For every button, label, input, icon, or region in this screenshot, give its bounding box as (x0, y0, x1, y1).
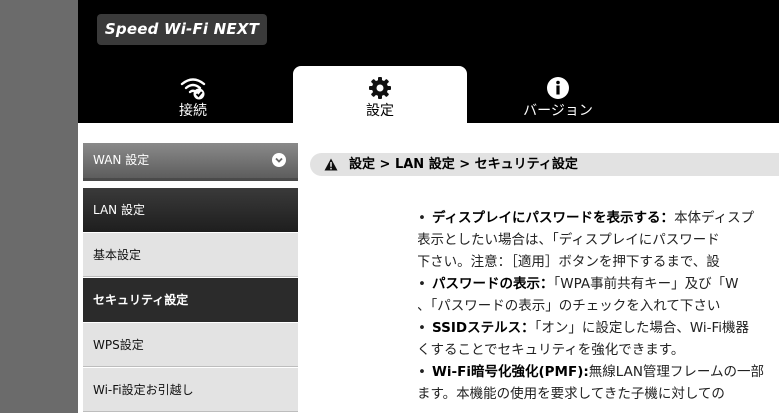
help-text: して下さい。注意：［適用］ボタンを押下するまで、設 (418, 254, 720, 270)
divider (78, 123, 779, 143)
help-line: して下さい。注意：［適用］ボタンを押下するまで、設 (418, 251, 720, 273)
help-term: Wi-Fi暗号化強化(PMF): (432, 364, 589, 380)
tab-label: 設定 (366, 103, 394, 119)
help-text: を非表示としたい場合は、「ディスプレイにパスワード (418, 232, 720, 248)
sidebar-item-label: 基本設定 (93, 248, 142, 262)
help-text: 「WPA事前共有キー」及び「W (553, 276, 739, 292)
sidebar-item-lan[interactable]: LAN 設定 (83, 188, 298, 232)
sidebar-item-label: WPS設定 (93, 338, 144, 352)
sidebar-item-label: セキュリティ設定 (93, 293, 189, 307)
tab-version[interactable]: バージョン (471, 66, 645, 123)
help-term: パスワードの表示： (432, 276, 554, 292)
help-line: を非表示としたい場合は、「ディスプレイにパスワード (418, 229, 720, 251)
help-line: • Wi-Fi暗号化強化(PMF):無線LAN管理フレームの一部 (418, 364, 765, 380)
tab-label: バージョン (523, 103, 593, 119)
help-line: きなくすることでセキュリティを強化できます。 (418, 339, 684, 361)
header: Speed Wi-Fi NEXT (78, 0, 779, 57)
tab-bar: 接続 設定 バージョン (78, 57, 779, 123)
help-content: • ディスプレイにパスワードを表示する：本体ディスプ を非表示としたい場合は、「デ… (418, 207, 779, 413)
sidebar-item-security[interactable]: セキュリティ設定 (83, 278, 298, 322)
breadcrumb: 設定 > LAN 設定 > セキュリティ設定 (310, 153, 779, 176)
sidebar-item-wifi-migration[interactable]: Wi-Fi設定お引越し (83, 368, 298, 412)
wifi-check-icon (180, 78, 206, 100)
sidebar-item-label: LAN 設定 (93, 203, 145, 217)
help-text: 無線LAN管理フレームの一部 (588, 364, 765, 380)
sidebar-item-wps[interactable]: WPS設定 (83, 323, 298, 367)
help-text: にします。本機能の使用を要求してきた子機に対しての (418, 386, 725, 402)
help-text: きなくすることでセキュリティを強化できます。 (418, 342, 685, 358)
help-line: • SSIDステルス：「オン」に設定した場合、Wi-Fi機器 (418, 320, 750, 336)
info-icon (547, 77, 569, 99)
left-margin (0, 0, 78, 413)
sidebar-item-basic[interactable]: 基本設定 (83, 233, 298, 277)
help-text: 本体ディスプ (674, 210, 755, 226)
logo: Speed Wi-Fi NEXT (97, 14, 267, 45)
help-line: 合は、「パスワードの表示」のチェックを入れて下さい (418, 295, 720, 317)
help-line: • ディスプレイにパスワードを表示する：本体ディスプ (418, 210, 755, 226)
tab-settings[interactable]: 設定 (293, 66, 467, 123)
gear-icon (369, 77, 391, 99)
sidebar: WAN 設定 LAN 設定 基本設定 セキュリティ設定 WPS設定 Wi-Fi設… (83, 143, 298, 413)
sidebar-item-label: WAN 設定 (93, 153, 150, 167)
sidebar-item-label: Wi-Fi設定お引越し (93, 383, 194, 397)
tab-label: 接続 (179, 103, 207, 119)
help-line: にします。本機能の使用を要求してきた子機に対しての (418, 383, 725, 405)
warning-icon (324, 158, 338, 171)
help-text: 「オン」に設定した場合、Wi-Fi機器 (534, 320, 750, 336)
help-text: 合は、「パスワードの表示」のチェックを入れて下さい (418, 298, 721, 314)
help-line: • パスワードの表示：「WPA事前共有キー」及び「W (418, 276, 739, 292)
help-term: ディスプレイにパスワードを表示する： (432, 210, 675, 226)
chevron-down-icon (272, 153, 286, 167)
sidebar-item-wan[interactable]: WAN 設定 (83, 143, 298, 181)
help-term: SSIDステルス： (432, 320, 535, 336)
breadcrumb-text: 設定 > LAN 設定 > セキュリティ設定 (349, 157, 578, 172)
tab-connection[interactable]: 接続 (106, 66, 280, 123)
